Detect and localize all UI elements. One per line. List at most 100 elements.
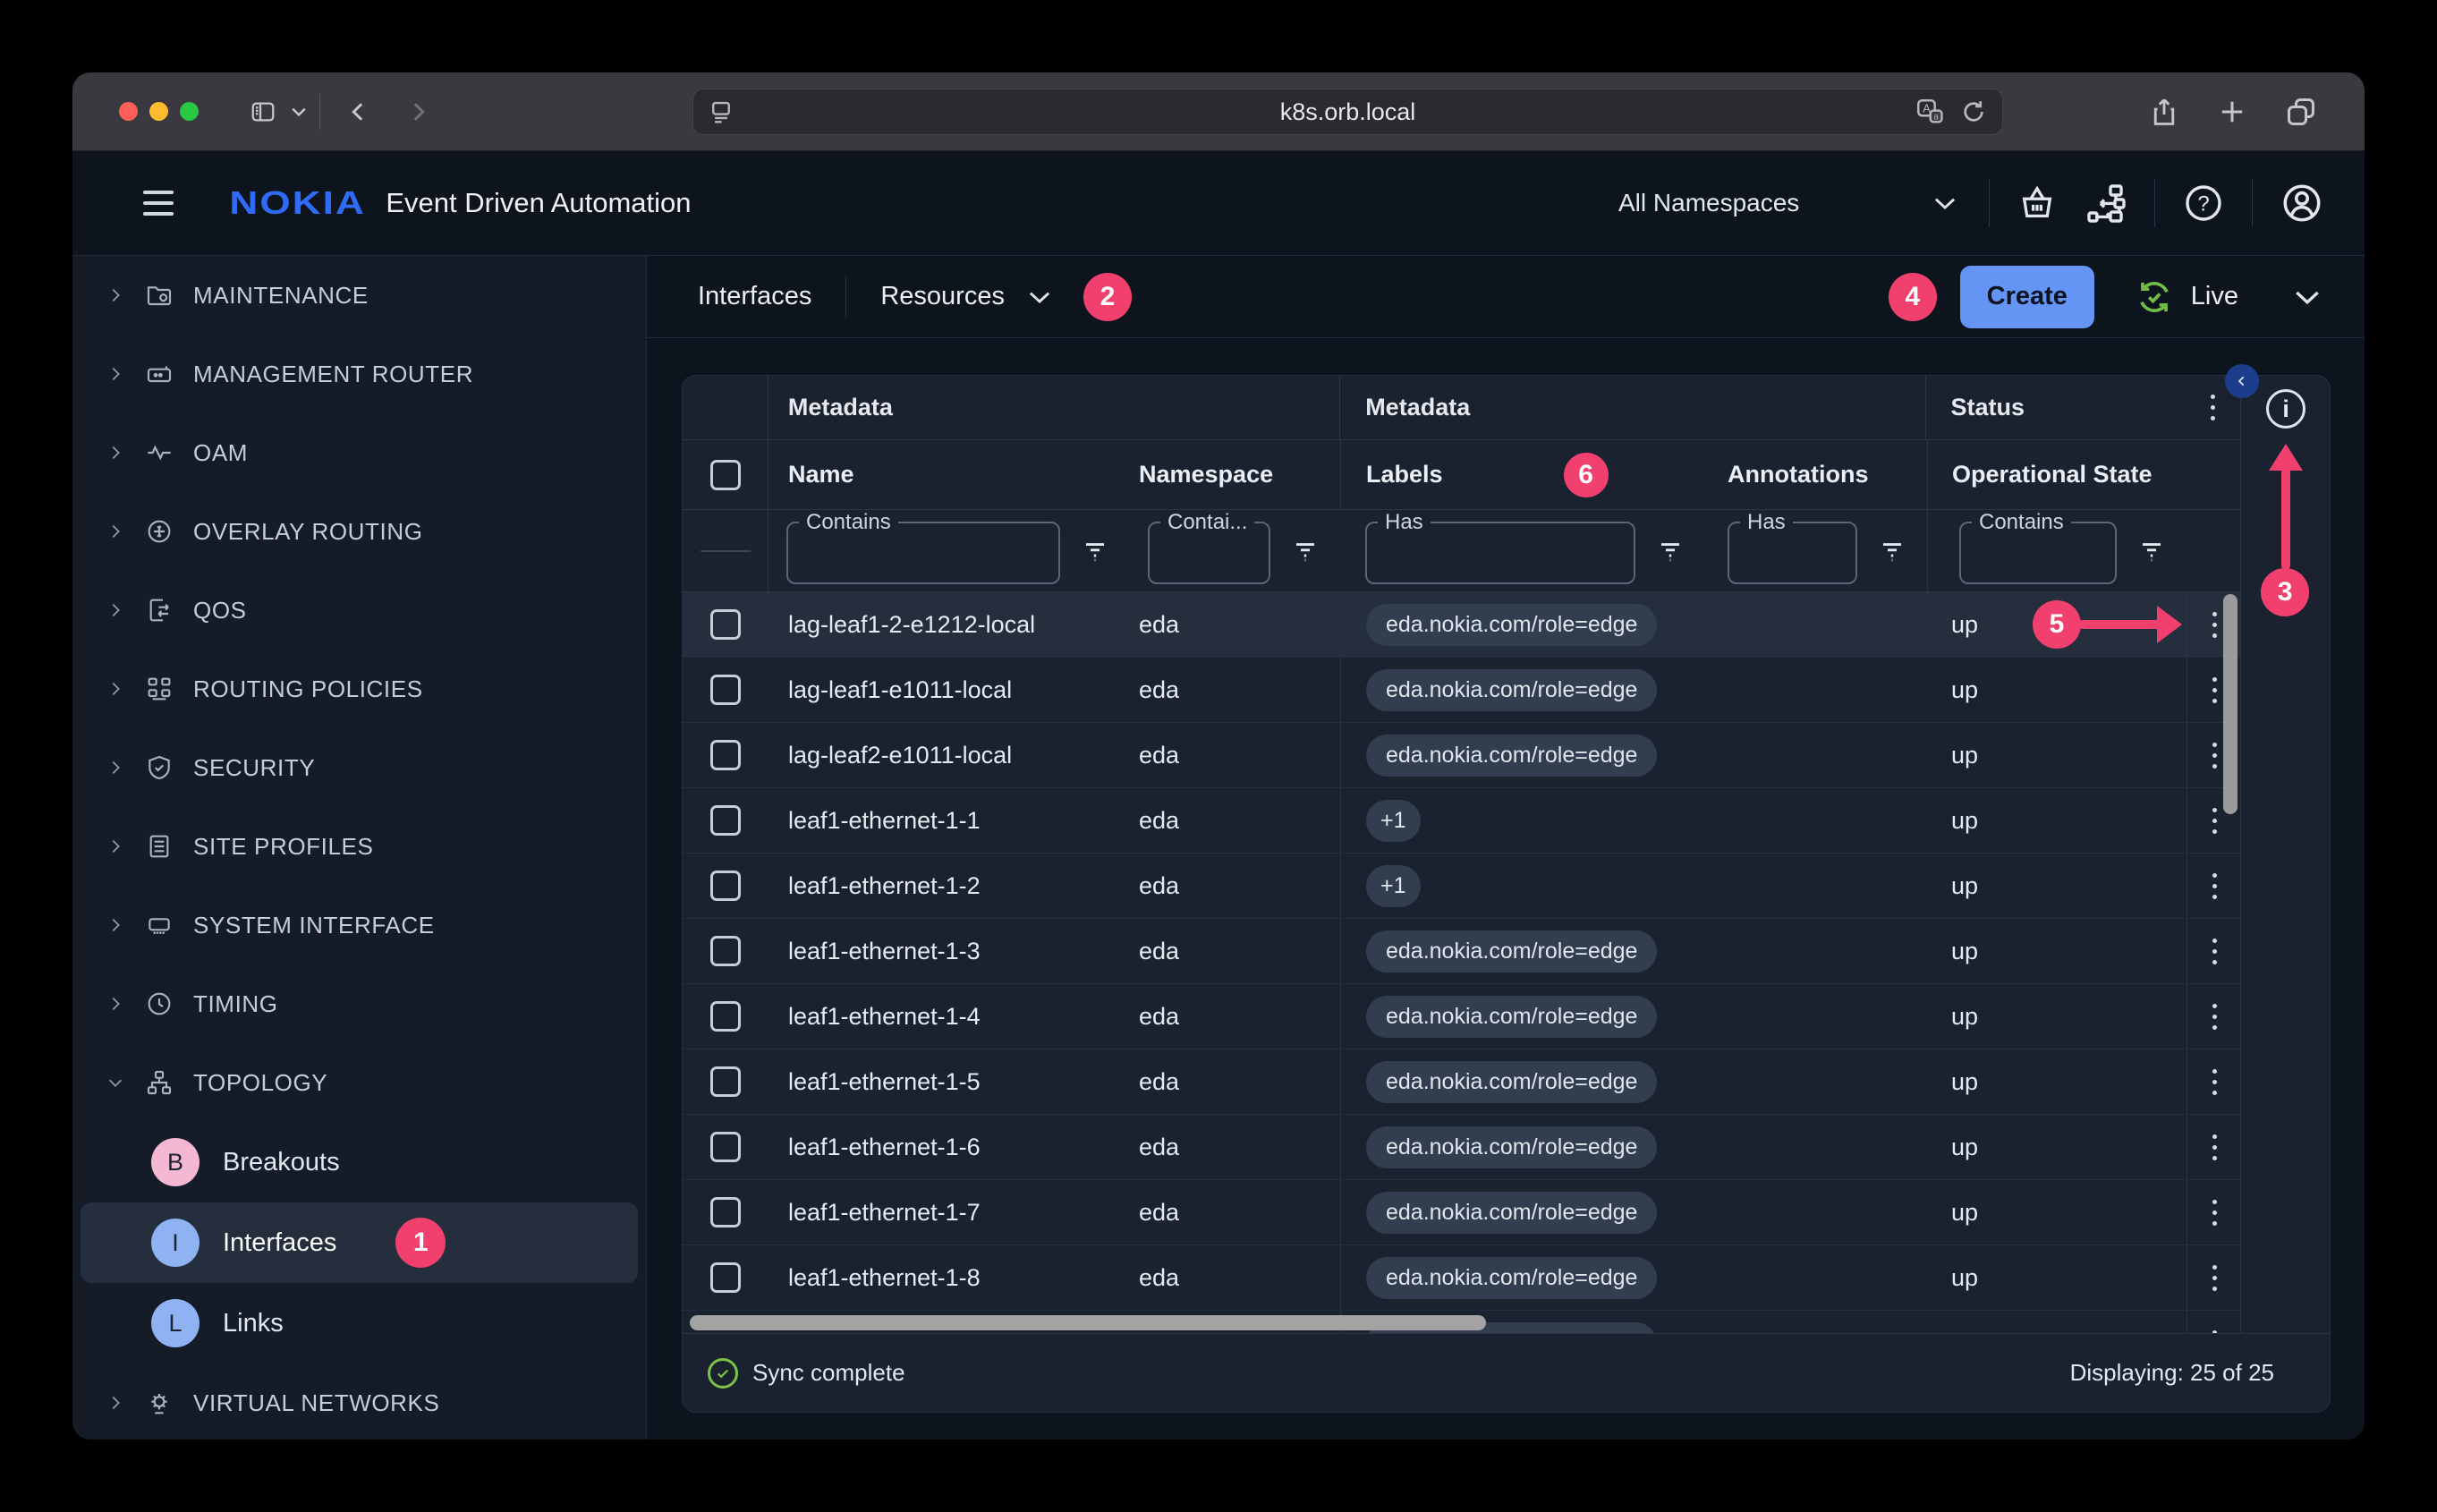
table-row[interactable]: leaf1-ethernet-1-6 eda eda.nokia.com/rol… <box>683 1115 2240 1180</box>
reload-icon[interactable] <box>1959 98 1988 126</box>
translate-icon[interactable]: Aa <box>1915 97 1945 127</box>
chevron-down-icon[interactable] <box>2294 289 2321 305</box>
sidebar-item-maintenance[interactable]: MAINTENANCE <box>72 256 646 335</box>
select-all-checkbox[interactable] <box>710 460 741 490</box>
sidebar-item-oam[interactable]: OAM <box>72 413 646 492</box>
sidebar-item-interfaces[interactable]: I Interfaces 1 <box>81 1202 638 1283</box>
row-name: leaf1-ethernet-1-4 <box>768 984 1130 1049</box>
row-kebab-icon[interactable] <box>2212 677 2217 703</box>
row-kebab-icon[interactable] <box>2212 808 2217 834</box>
table-row[interactable]: leaf1-ethernet-1-5 eda eda.nokia.com/rol… <box>683 1049 2240 1115</box>
row-kebab-icon[interactable] <box>2212 873 2217 899</box>
table-row[interactable]: leaf1-ethernet-1-2 eda +1 up <box>683 854 2240 919</box>
row-kebab-icon[interactable] <box>2212 743 2217 769</box>
row-checkbox[interactable] <box>710 1262 741 1293</box>
header-icon-group: ? <box>1989 179 2324 227</box>
annotation-badge-5: 5 <box>2033 600 2081 649</box>
table-row[interactable]: leaf1-ethernet-1-7 eda eda.nokia.com/rol… <box>683 1180 2240 1245</box>
table-row[interactable]: lag-leaf1-2-e1212-local eda eda.nokia.co… <box>683 592 2240 658</box>
new-tab-icon[interactable] <box>2216 96 2248 128</box>
horizontal-scrollbar-thumb[interactable] <box>690 1315 1486 1330</box>
filter-funnel-icon[interactable] <box>1879 538 1906 565</box>
table-row[interactable]: leaf1-ethernet-1-4 eda eda.nokia.com/rol… <box>683 984 2240 1049</box>
row-checkbox[interactable] <box>710 675 741 705</box>
transaction-flow-icon[interactable] <box>2085 182 2127 225</box>
back-button[interactable] <box>345 97 372 127</box>
sidebar-item-links[interactable]: L Links <box>72 1283 646 1363</box>
filter-label: Contai... <box>1160 510 1254 535</box>
labels-filter-input[interactable]: Has <box>1365 522 1635 584</box>
row-kebab-icon[interactable] <box>2212 1330 2217 1333</box>
chrome-divider <box>319 94 320 130</box>
row-kebab-icon[interactable] <box>2212 1265 2217 1291</box>
filter-funnel-icon[interactable] <box>1292 538 1319 565</box>
filter-funnel-icon[interactable] <box>1082 538 1108 565</box>
row-kebab-icon[interactable] <box>2212 1134 2217 1160</box>
close-window-button[interactable] <box>119 102 138 121</box>
sidebar-item-qos[interactable]: QOS <box>72 571 646 650</box>
row-kebab-icon[interactable] <box>2212 612 2217 638</box>
row-checkbox[interactable] <box>710 1197 741 1227</box>
row-checkbox[interactable] <box>710 1132 741 1162</box>
row-checkbox[interactable] <box>710 609 741 640</box>
row-checkbox[interactable] <box>710 871 741 901</box>
filter-funnel-icon[interactable] <box>2138 538 2165 565</box>
live-toggle[interactable]: Live <box>2134 276 2238 318</box>
sidebar-item-routing-policies[interactable]: ROUTING POLICIES <box>72 650 646 728</box>
sidebar-toggle-icon[interactable] <box>248 98 278 125</box>
create-button[interactable]: Create <box>1960 266 2094 328</box>
table-row[interactable]: lag-leaf1-e1011-local eda eda.nokia.com/… <box>683 658 2240 723</box>
resource-selector-value: Resources <box>880 282 1005 311</box>
url-bar[interactable]: k8s.orb.local Aa <box>692 89 2003 135</box>
namespace-filter-input[interactable]: Contai... <box>1148 522 1270 584</box>
forward-button[interactable] <box>404 97 431 127</box>
sidebar-item-overlay-routing[interactable]: OVERLAY ROUTING <box>72 492 646 571</box>
row-checkbox[interactable] <box>710 1066 741 1097</box>
table-row[interactable]: leaf1-ethernet-1-8 eda eda.nokia.com/rol… <box>683 1245 2240 1311</box>
policy-grid-icon <box>145 675 174 703</box>
annotations-filter-input[interactable]: Has <box>1728 522 1857 584</box>
row-checkbox[interactable] <box>710 805 741 836</box>
user-account-icon[interactable] <box>2280 181 2324 225</box>
sidebar-item-system-interface[interactable]: SYSTEM INTERFACE <box>72 886 646 964</box>
share-icon[interactable] <box>2148 94 2180 130</box>
row-checkbox[interactable] <box>710 936 741 966</box>
sidebar-item-virtual-networks[interactable]: VIRTUAL NETWORKS <box>72 1363 646 1440</box>
sidebar-item-security[interactable]: SECURITY <box>72 728 646 807</box>
name-filter-input[interactable]: Contains <box>786 522 1060 584</box>
resource-selector[interactable]: Resources <box>880 282 1051 311</box>
sidebar-item-breakouts[interactable]: B Breakouts <box>72 1122 646 1202</box>
table-row[interactable]: leaf1-ethernet-1-3 eda eda.nokia.com/rol… <box>683 919 2240 984</box>
collapse-panel-button[interactable] <box>2225 364 2259 398</box>
table-options-kebab-icon[interactable] <box>2211 395 2215 420</box>
filter-funnel-icon[interactable] <box>1657 538 1684 565</box>
table-column-header-row: Name Namespace Labels 6 Annotations Oper… <box>683 440 2240 510</box>
row-kebab-icon[interactable] <box>2212 1004 2217 1030</box>
row-checkbox[interactable] <box>710 1001 741 1032</box>
table-row[interactable]: lag-leaf2-e1011-local eda eda.nokia.com/… <box>683 723 2240 788</box>
store-basket-icon[interactable] <box>2017 183 2058 224</box>
row-kebab-icon[interactable] <box>2212 1200 2217 1226</box>
browser-nav <box>248 94 431 130</box>
tab-overview-icon[interactable] <box>2284 95 2318 129</box>
sidebar-item-label: MAINTENANCE <box>193 282 369 310</box>
operational-state-filter-input[interactable]: Contains <box>1959 522 2117 584</box>
sidebar-item-management-router[interactable]: MANAGEMENT ROUTER <box>72 335 646 413</box>
sidebar-item-site-profiles[interactable]: SITE PROFILES <box>72 807 646 886</box>
url-text[interactable]: k8s.orb.local <box>693 98 2002 126</box>
row-operational-state: up <box>1927 1245 2187 1310</box>
zoom-window-button[interactable] <box>180 102 199 121</box>
help-icon[interactable]: ? <box>2182 182 2225 225</box>
sidebar-item-timing[interactable]: TIMING <box>72 964 646 1043</box>
minimize-window-button[interactable] <box>149 102 168 121</box>
hamburger-menu-icon[interactable] <box>143 191 174 216</box>
vertical-scrollbar-thumb[interactable] <box>2223 594 2237 814</box>
row-kebab-icon[interactable] <box>2212 939 2217 964</box>
row-kebab-icon[interactable] <box>2212 1069 2217 1095</box>
namespace-selector[interactable]: All Namespaces <box>1595 189 1980 217</box>
row-checkbox[interactable] <box>710 740 741 770</box>
tab-group-chevron-icon[interactable] <box>291 106 307 117</box>
table-row[interactable]: leaf1-ethernet-1-1 eda +1 up <box>683 788 2240 854</box>
info-icon[interactable]: i <box>2266 389 2305 429</box>
sidebar-item-topology[interactable]: TOPOLOGY <box>72 1043 646 1122</box>
